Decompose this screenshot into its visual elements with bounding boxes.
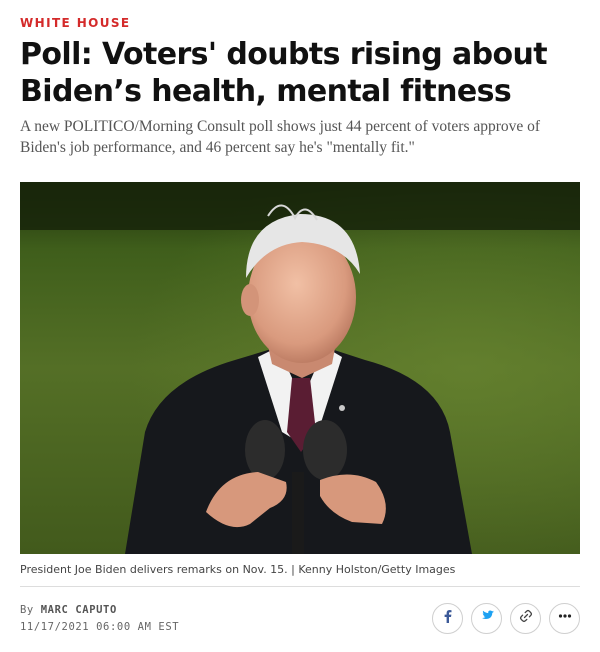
- twitter-share-button[interactable]: [471, 603, 502, 634]
- lead-photo: [20, 182, 580, 554]
- link-icon: [518, 608, 534, 629]
- facebook-icon: [440, 608, 456, 629]
- more-icon: [557, 608, 573, 629]
- dek: A new POLITICO/Morning Consult poll show…: [20, 118, 541, 156]
- photo-illustration: [20, 182, 580, 554]
- author-link[interactable]: MARC CAPUTO: [41, 604, 117, 616]
- headline: Poll: Voters' doubts rising about Biden’…: [20, 37, 548, 109]
- more-options-button[interactable]: [549, 603, 580, 634]
- divider: [20, 586, 580, 587]
- byline: By MARC CAPUTO: [20, 604, 117, 616]
- publish-timestamp: 11/17/2021 06:00 AM EST: [20, 621, 180, 633]
- byline-prefix: By: [20, 604, 34, 616]
- section-kicker[interactable]: WHITE HOUSE: [20, 16, 131, 30]
- copy-link-button[interactable]: [510, 603, 541, 634]
- share-bar: [432, 603, 580, 634]
- facebook-share-button[interactable]: [432, 603, 463, 634]
- photo-caption: President Joe Biden delivers remarks on …: [20, 563, 456, 576]
- twitter-icon: [479, 608, 495, 629]
